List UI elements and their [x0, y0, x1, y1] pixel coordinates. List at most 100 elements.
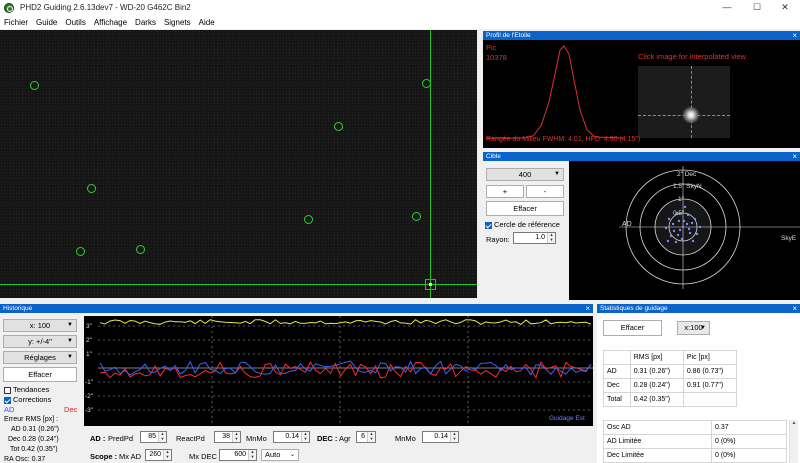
guide-algo-controls: AD : PredPd 85 ▲ ▼ ReactPd 38 ▲ ▼ MnMo 0.14 ▲…	[84, 428, 593, 463]
menu-aide[interactable]: Aide	[199, 18, 215, 27]
chevron-down-icon: ▼	[700, 325, 706, 331]
predpd-stepper[interactable]: 85 ▲ ▼	[140, 431, 167, 443]
mxdec-stepper[interactable]: 600 ▲ ▼	[219, 449, 257, 461]
menu-affichage[interactable]: Affichage	[94, 18, 127, 27]
dec-ring-label: 2" Dec	[677, 171, 697, 178]
spin-arrows-icon[interactable]: ▲ ▼	[450, 431, 458, 442]
spin-arrows-icon[interactable]: ▲ ▼	[301, 431, 309, 442]
table-cell: Dec	[603, 378, 631, 393]
predpd-value: 85	[148, 433, 156, 440]
star-marker[interactable]	[136, 245, 145, 254]
table-cell: 0 (0%)	[711, 434, 787, 449]
predpd-label: PredPd	[108, 434, 134, 443]
radius-stepper[interactable]: 1.0 ▲ ▼	[513, 232, 556, 244]
chevron-down-icon: ▼	[67, 354, 73, 360]
settings-select[interactable]: Réglages ▼	[3, 351, 77, 364]
history-graph[interactable]: 3" 2" 1" -1" -2" -3" Guidage Est	[84, 316, 593, 426]
spin-arrows-icon[interactable]: ▲ ▼	[547, 232, 555, 243]
table-cell: AD Limitée	[603, 434, 712, 449]
spin-arrows-icon[interactable]: ▲ ▼	[232, 431, 240, 442]
stats-title: Statistiques de guidage	[600, 305, 668, 312]
rms-tot: Tot 0.42 (0.35")	[10, 446, 58, 453]
ad-axis-label: AD	[622, 221, 632, 228]
dec-trace	[99, 361, 592, 379]
rms-title: Erreur RMS [px] :	[4, 416, 59, 423]
spin-arrows-icon[interactable]: ▲ ▼	[367, 431, 375, 442]
y-tick: 2"	[86, 337, 92, 344]
menu-guide[interactable]: Guide	[36, 18, 57, 27]
reactpd-label: ReactPd	[176, 434, 205, 443]
close-icon[interactable]: ×	[585, 304, 590, 313]
close-button[interactable]: ✕	[770, 0, 800, 15]
target-scale-select[interactable]: 400 ▼	[486, 168, 564, 181]
zoom-out-button[interactable]: -	[526, 185, 564, 198]
star-marker[interactable]	[30, 81, 39, 90]
star-marker[interactable]	[87, 184, 96, 193]
app-icon	[4, 2, 14, 13]
target-controls: 400 ▼ + - Effacer Cercle de référence Ray…	[483, 161, 569, 300]
target-scale-value: 400	[518, 170, 532, 179]
title-bar: PHD2 Guiding 2.6.13dev7 - WD-20 G462C Bi…	[0, 0, 800, 15]
mnmo-ad-value: 0.14	[285, 433, 299, 440]
snr-trace	[99, 319, 592, 326]
target-clear-button[interactable]: Effacer	[486, 201, 564, 216]
table-header	[603, 350, 631, 365]
mxdec-value: 600	[234, 451, 246, 458]
ra-osc: RA Osc: 0.37	[4, 456, 46, 463]
radius-label: Rayon:	[486, 235, 510, 244]
target-header: Cible ×	[483, 152, 800, 161]
window-title: PHD2 Guiding 2.6.13dev7 - WD-20 G462C Bi…	[20, 3, 191, 12]
menu-fichier[interactable]: Fichier	[4, 18, 28, 27]
sensor-noise	[0, 30, 477, 298]
stats-clear-button[interactable]: Effacer	[603, 320, 662, 336]
x-scale-select[interactable]: x: 100 ▼	[3, 319, 77, 332]
profile-view[interactable]: Pic 10378 Click image for interpolated v…	[483, 40, 800, 148]
star-marker[interactable]	[76, 247, 85, 256]
star-marker[interactable]	[412, 212, 421, 221]
table-header: RMS [px]	[629, 350, 684, 365]
corrections-checkbox[interactable]: Corrections	[4, 395, 51, 404]
zoom-in-button[interactable]: +	[486, 185, 524, 198]
spin-arrows-icon[interactable]: ▲ ▼	[163, 449, 171, 460]
spin-arrows-icon[interactable]: ▲ ▼	[158, 431, 166, 442]
table-row: Dec 0.28 (0.24") 0.91 (0.77")	[603, 378, 738, 393]
skye-axis-label: SkyE	[781, 235, 797, 242]
star-marker[interactable]	[334, 122, 343, 131]
reactpd-stepper[interactable]: 38 ▲ ▼	[214, 431, 241, 443]
camera-view[interactable]	[0, 30, 477, 298]
rms-ad: AD 0.31 (0.26")	[11, 426, 60, 433]
auto-select[interactable]: Auto ⌄	[261, 449, 299, 461]
y-tick: 1"	[86, 351, 92, 358]
agr-stepper[interactable]: 6 ▲ ▼	[356, 431, 376, 443]
stats-scrollbar[interactable]: ▲	[789, 420, 798, 463]
table-row: Total 0.42 (0.35")	[603, 392, 738, 407]
target-view[interactable]: 2" Dec 1.5" SkyN 1" 0.5" AD SkyE	[569, 161, 800, 300]
spin-arrows-icon[interactable]: ▲ ▼	[248, 449, 256, 460]
rms-dec: Dec 0.28 (0.24")	[8, 436, 59, 443]
mnmo-dec-label: MnMo	[395, 434, 416, 443]
maximize-button[interactable]: ☐	[742, 0, 772, 15]
mxad-stepper[interactable]: 260 ▲ ▼	[145, 449, 172, 461]
mnmo-dec-stepper[interactable]: 0.14 ▲ ▼	[422, 431, 459, 443]
minimize-button[interactable]: —	[712, 0, 742, 15]
history-clear-button[interactable]: Effacer	[3, 367, 77, 382]
scroll-up-icon[interactable]: ▲	[790, 420, 798, 426]
menu-darks[interactable]: Darks	[135, 18, 156, 27]
trends-checkbox[interactable]: Tendances	[4, 385, 49, 394]
mnmo-ad-stepper[interactable]: 0.14 ▲ ▼	[273, 431, 310, 443]
close-icon[interactable]: ×	[792, 304, 797, 313]
crosshair-vertical	[430, 30, 431, 298]
star-thumbnail[interactable]	[638, 66, 730, 138]
menu-signets[interactable]: Signets	[164, 18, 191, 27]
close-icon[interactable]: ×	[792, 152, 797, 161]
menu-outils[interactable]: Outils	[65, 18, 85, 27]
guide-mode-label: Guidage Est	[549, 415, 585, 422]
stats-xscale-select[interactable]: x:100 ▼	[677, 321, 710, 335]
checkbox-icon	[4, 396, 11, 404]
target-rings	[619, 166, 800, 289]
corrections-label: Corrections	[13, 395, 52, 404]
ref-circle-checkbox[interactable]: Cercle de référence	[485, 220, 560, 229]
star-marker[interactable]	[304, 215, 313, 224]
close-icon[interactable]: ×	[792, 31, 797, 40]
y-scale-select[interactable]: y: +/-4" ▼	[3, 335, 77, 348]
